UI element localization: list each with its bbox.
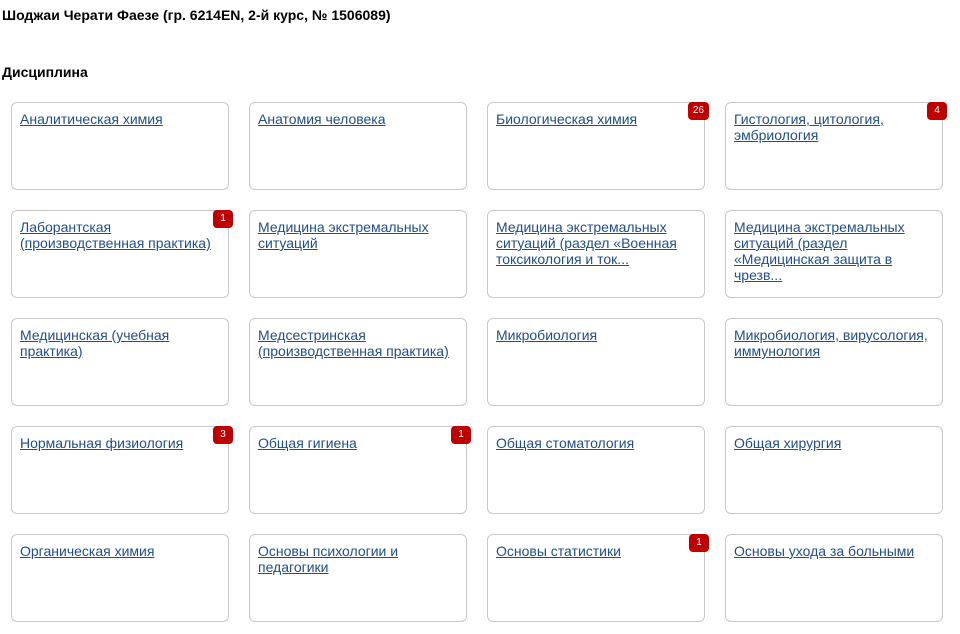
discipline-card: Нормальная физиология 3 [11,426,233,514]
discipline-link[interactable]: Общая стоматология [496,435,696,451]
discipline-link[interactable]: Нормальная физиология [20,435,220,451]
discipline-card: Биологическая химия 26 [487,102,709,190]
discipline-link[interactable]: Основы психологии и педагогики [258,543,458,575]
notification-badge: 1 [213,210,233,228]
discipline-card: Медицина экстремальных ситуаций (раздел … [725,210,943,298]
notification-badge: 26 [687,102,709,120]
section-title: Дисциплина [2,64,88,80]
discipline-card: Основы психологии и педагогики [249,534,467,622]
discipline-link[interactable]: Медицина экстремальных ситуаций (раздел … [496,219,696,267]
discipline-card: Микробиология, вирусология, иммунология [725,318,943,406]
notification-badge: 4 [927,102,947,120]
discipline-link[interactable]: Микробиология [496,327,696,343]
notification-badge: 1 [689,534,709,552]
discipline-link[interactable]: Медицина экстремальных ситуаций [258,219,458,251]
discipline-link[interactable]: Общая гигиена [258,435,458,451]
discipline-link[interactable]: Анатомия человека [258,111,458,127]
discipline-link[interactable]: Медсестринская (производственная практик… [258,327,458,359]
discipline-card: Микробиология [487,318,705,406]
discipline-link[interactable]: Лаборантская (производственная практика) [20,219,220,251]
discipline-link[interactable]: Аналитическая химия [20,111,220,127]
discipline-card: Органическая химия [11,534,229,622]
notification-badge: 1 [451,426,471,444]
discipline-card: Медицинская (учебная практика) [11,318,229,406]
discipline-link[interactable]: Биологическая химия [496,111,696,127]
discipline-link[interactable]: Медицинская (учебная практика) [20,327,220,359]
discipline-card: Медицина экстремальных ситуаций (раздел … [487,210,705,298]
discipline-card: Основы ухода за больными [725,534,943,622]
discipline-link[interactable]: Гистология, цитология, эмбриология [734,111,934,143]
discipline-card: Общая хирургия [725,426,943,514]
discipline-card: Общая стоматология [487,426,705,514]
discipline-card: Основы статистики 1 [487,534,709,622]
discipline-card: Лаборантская (производственная практика)… [11,210,233,298]
notification-badge: 3 [213,426,233,444]
discipline-link[interactable]: Микробиология, вирусология, иммунология [734,327,934,359]
discipline-card: Аналитическая химия [11,102,229,190]
discipline-grid: Аналитическая химия Анатомия человека Би… [11,102,947,622]
discipline-link[interactable]: Основы статистики [496,543,696,559]
discipline-card: Медицина экстремальных ситуаций [249,210,467,298]
discipline-link[interactable]: Медицина экстремальных ситуаций (раздел … [734,219,934,283]
discipline-link[interactable]: Общая хирургия [734,435,934,451]
student-name: Шоджаи Черати Фаезе (гр. 6214EN, 2-й кур… [2,7,391,23]
discipline-card: Гистология, цитология, эмбриология 4 [725,102,947,190]
discipline-link[interactable]: Органическая химия [20,543,220,559]
discipline-card: Анатомия человека [249,102,467,190]
discipline-card: Медсестринская (производственная практик… [249,318,467,406]
discipline-link[interactable]: Основы ухода за больными [734,543,934,559]
discipline-card: Общая гигиена 1 [249,426,471,514]
